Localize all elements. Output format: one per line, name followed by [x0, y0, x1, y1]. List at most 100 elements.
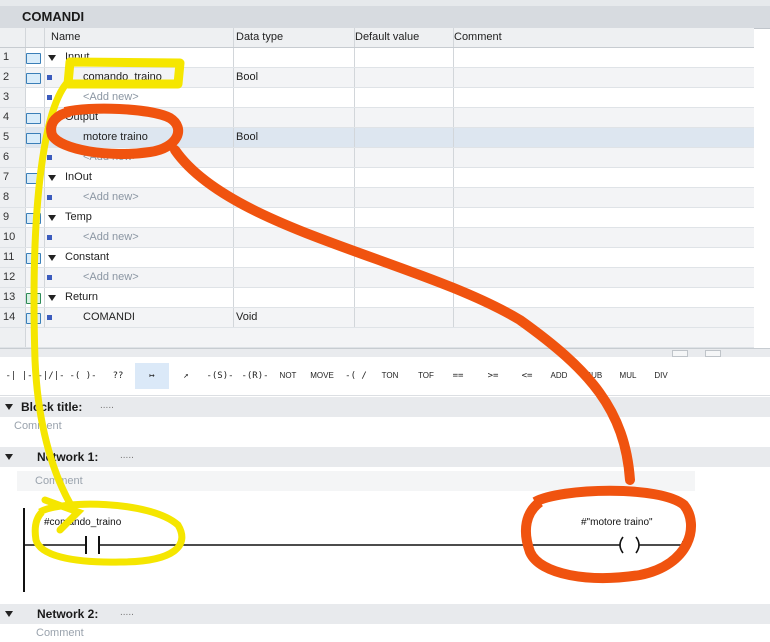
sub-icon[interactable]: SUB — [580, 363, 608, 389]
table-row[interactable]: 1 Input — [0, 48, 754, 68]
default-value-cell[interactable] — [352, 128, 454, 147]
network-2-comment[interactable]: Comment — [0, 624, 770, 642]
table-row[interactable]: 11 Constant — [0, 248, 754, 268]
collapse-icon[interactable] — [5, 611, 13, 617]
ton-icon[interactable]: TON — [375, 363, 405, 389]
network-1-comment[interactable]: Comment — [17, 471, 695, 491]
block-title-placeholder[interactable]: ..... — [100, 400, 114, 411]
data-type-cell[interactable]: Bool — [233, 68, 355, 87]
network-2-title-placeholder[interactable]: ..... — [120, 607, 134, 618]
data-type-cell[interactable] — [233, 168, 355, 187]
expand-triangle-icon[interactable] — [48, 115, 56, 121]
name-cell[interactable]: <Add new> — [44, 228, 234, 247]
table-row[interactable]: 3 <Add new> — [0, 88, 754, 108]
table-row[interactable]: 9 Temp — [0, 208, 754, 228]
empty-box-icon[interactable]: ?? — [106, 363, 130, 389]
data-type-cell[interactable] — [233, 208, 355, 227]
name-cell[interactable]: motore traino — [44, 128, 234, 147]
table-row[interactable]: 5 motore traino Bool — [0, 128, 754, 148]
name-cell[interactable]: COMANDI — [44, 308, 234, 327]
comment-cell[interactable] — [451, 268, 754, 287]
name-cell[interactable]: Temp — [44, 208, 234, 227]
not-icon[interactable]: NOT — [274, 363, 302, 389]
expand-triangle-icon[interactable] — [48, 295, 56, 301]
table-row[interactable]: 13 Return — [0, 288, 754, 308]
default-value-cell[interactable] — [352, 168, 454, 187]
network-1-title-placeholder[interactable]: ..... — [120, 450, 134, 461]
name-cell[interactable]: <Add new> — [44, 148, 234, 167]
coil-left-arc[interactable] — [619, 536, 624, 554]
block-title-header[interactable]: Block title: ..... — [0, 397, 770, 417]
name-cell[interactable]: Output — [44, 108, 234, 127]
data-type-cell[interactable]: Void — [233, 308, 355, 327]
table-row[interactable]: 4 Output — [0, 108, 754, 128]
table-row[interactable]: 8 <Add new> — [0, 188, 754, 208]
move-icon[interactable]: MOVE — [306, 363, 338, 389]
comment-cell[interactable] — [451, 248, 754, 267]
name-cell[interactable]: Constant — [44, 248, 234, 267]
splitter-down-arrow[interactable] — [705, 350, 721, 357]
data-type-cell[interactable] — [233, 188, 355, 207]
default-value-cell[interactable] — [352, 308, 454, 327]
data-type-cell[interactable] — [233, 268, 355, 287]
tof-icon[interactable]: TOF — [411, 363, 441, 389]
add-new-placeholder[interactable]: <Add new> — [83, 188, 139, 207]
comment-cell[interactable] — [451, 168, 754, 187]
close-branch-icon[interactable]: ↗ — [172, 363, 200, 389]
expand-triangle-icon[interactable] — [48, 255, 56, 261]
default-value-cell[interactable] — [352, 228, 454, 247]
div-icon[interactable]: DIV — [648, 363, 674, 389]
name-cell[interactable]: Return — [44, 288, 234, 307]
default-value-cell[interactable] — [352, 248, 454, 267]
name-cell[interactable]: comando_traino — [44, 68, 234, 87]
column-header-name[interactable]: Name — [44, 28, 234, 47]
network-1-header[interactable]: Network 1: ..... — [0, 447, 770, 467]
data-type-cell[interactable] — [233, 108, 355, 127]
comment-cell[interactable] — [451, 288, 754, 307]
mul-icon[interactable]: MUL — [614, 363, 642, 389]
column-header-data-type[interactable]: Data type — [233, 28, 355, 47]
data-type-cell[interactable] — [233, 288, 355, 307]
collapse-icon[interactable] — [5, 454, 13, 460]
data-type-cell[interactable] — [233, 48, 355, 67]
table-row[interactable]: 12 <Add new> — [0, 268, 754, 288]
reset-coil-icon[interactable]: -(R)- — [239, 363, 271, 389]
table-row[interactable]: 7 InOut — [0, 168, 754, 188]
ge-icon[interactable]: >= — [478, 363, 508, 389]
data-type-cell[interactable] — [233, 228, 355, 247]
expand-triangle-icon[interactable] — [48, 175, 56, 181]
default-value-cell[interactable] — [352, 208, 454, 227]
set-coil-icon[interactable]: -(S)- — [204, 363, 236, 389]
comment-cell[interactable] — [451, 48, 754, 67]
default-value-cell[interactable] — [352, 68, 454, 87]
no-contact-icon[interactable]: -| |- — [4, 363, 34, 389]
default-value-cell[interactable] — [352, 268, 454, 287]
name-cell[interactable]: InOut — [44, 168, 234, 187]
add-icon[interactable]: ADD — [545, 363, 573, 389]
contact-operand[interactable]: #comando_traino — [44, 517, 121, 528]
comment-cell[interactable] — [451, 308, 754, 327]
comment-cell[interactable] — [451, 108, 754, 127]
name-cell[interactable]: <Add new> — [44, 88, 234, 107]
default-value-cell[interactable] — [352, 88, 454, 107]
comment-cell[interactable] — [451, 128, 754, 147]
coil-operand[interactable]: #"motore traino" — [581, 517, 653, 528]
name-cell[interactable]: <Add new> — [44, 188, 234, 207]
table-row[interactable]: 2 comando_traino Bool — [0, 68, 754, 88]
default-value-cell[interactable] — [352, 188, 454, 207]
default-value-cell[interactable] — [352, 288, 454, 307]
add-new-placeholder[interactable]: <Add new> — [83, 268, 139, 287]
default-value-cell[interactable] — [352, 108, 454, 127]
comment-cell[interactable] — [451, 228, 754, 247]
comment-cell[interactable] — [451, 88, 754, 107]
data-type-cell[interactable] — [233, 248, 355, 267]
comment-cell[interactable] — [451, 188, 754, 207]
add-new-placeholder[interactable]: <Add new> — [83, 228, 139, 247]
network-2-header[interactable]: Network 2: ..... — [0, 604, 770, 624]
collapse-icon[interactable] — [5, 404, 13, 410]
default-value-cell[interactable] — [352, 148, 454, 167]
open-branch-icon[interactable]: ↦ — [135, 363, 169, 389]
data-type-cell[interactable]: Bool — [233, 128, 355, 147]
column-header-default-value[interactable]: Default value — [352, 28, 454, 47]
name-cell[interactable]: Input — [44, 48, 234, 67]
